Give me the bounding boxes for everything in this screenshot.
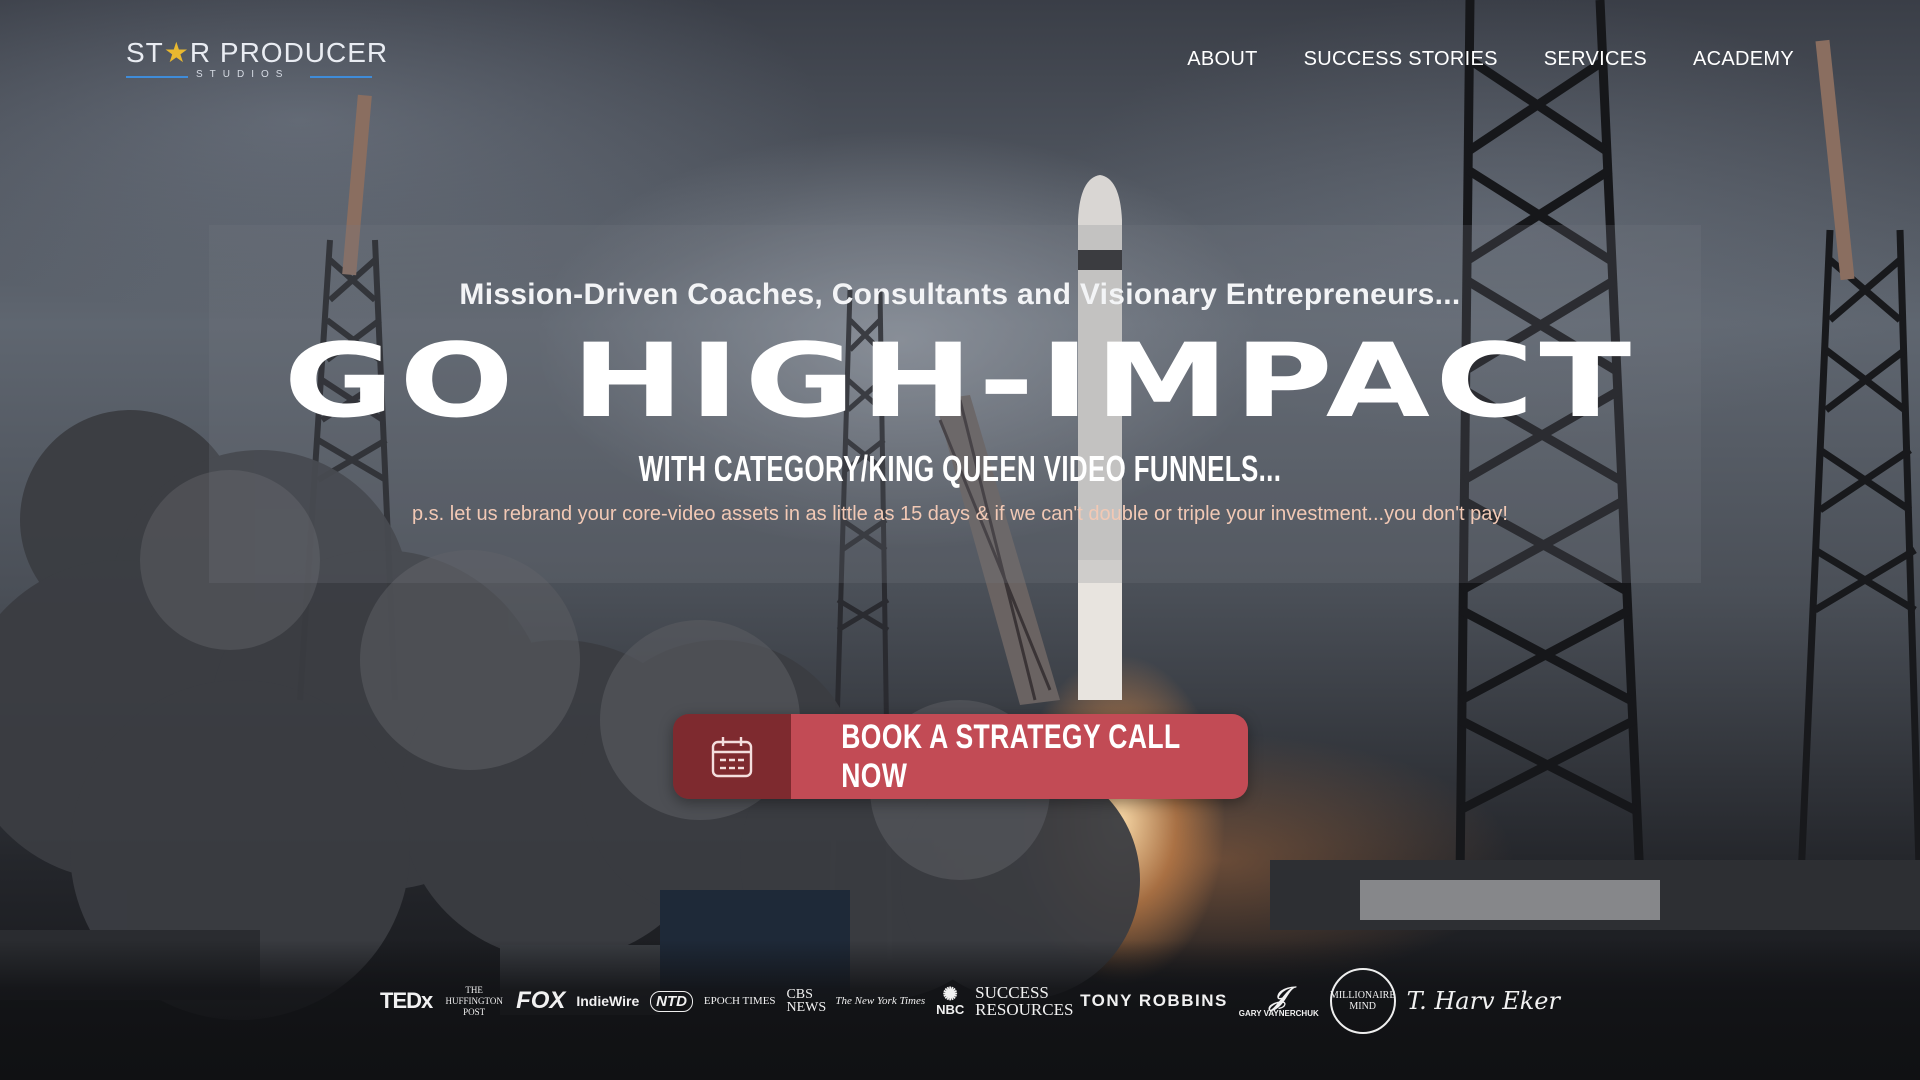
press-logo-cbs-news: CBS NEWS — [786, 987, 827, 1015]
calendar-icon — [673, 714, 791, 799]
nav-success-stories[interactable]: SUCCESS STORIES — [1304, 48, 1498, 71]
hero-title: GO HIGH-IMPACT — [283, 322, 1637, 441]
press-logo-millionaire-mind: MILLIONAIRE MIND — [1329, 968, 1396, 1034]
press-logo-huffington-post: THE HUFFINGTON POST — [445, 984, 503, 1017]
press-logo-harv-eker-signature: T. Harv Eker — [1406, 987, 1560, 1015]
logo-divider-left — [126, 76, 188, 78]
star-producer-logo[interactable]: ST★R PRODUCER STUDIOS — [126, 36, 387, 84]
press-logo-nbc: ✺ NBC — [936, 983, 965, 1017]
cta-label: BOOK A STRATEGY CALL NOW — [791, 714, 1248, 799]
press-logo-success-resources: SUCCESS RESOURCES — [975, 983, 1074, 1019]
star-icon: ★ — [163, 37, 190, 68]
press-logo-ntd: NTD — [650, 990, 693, 1012]
signature-icon: 𝒥 — [1269, 981, 1288, 1012]
logo-divider-right — [310, 76, 372, 78]
press-logo-epoch-times: EPOCH TIMES — [703, 995, 776, 1007]
press-logo-indiewire: IndieWire — [576, 993, 640, 1009]
press-logo-fox: FOX — [516, 987, 566, 1014]
hero-ps-note: p.s. let us rebrand your core-video asse… — [412, 503, 1508, 525]
logo-subtext: STUDIOS — [196, 69, 290, 80]
main-nav: ABOUT SUCCESS STORIES SERVICES ACADEMY — [1187, 48, 1794, 71]
logo-wordmark: ST★R PRODUCER — [126, 37, 389, 68]
nav-academy[interactable]: ACADEMY — [1693, 48, 1794, 71]
site-header: ST★R PRODUCER STUDIOS ABOUT SUCCESS STOR… — [0, 0, 1920, 120]
nav-about[interactable]: ABOUT — [1187, 48, 1257, 71]
press-logo-new-york-times: The New York Times — [835, 995, 926, 1007]
nav-services[interactable]: SERVICES — [1544, 48, 1647, 71]
press-logo-tony-robbins: TONY ROBBINS — [1080, 991, 1228, 1010]
hero-subtitle: WITH CATEGORY/KING QUEEN VIDEO FUNNELS..… — [638, 448, 1282, 489]
press-logos-strip: TEDx THE HUFFINGTON POST FOX IndieWire N… — [380, 968, 1560, 1034]
press-logo-gary-vaynerchuk: 𝒥 GARY VAYNERCHUK — [1238, 981, 1319, 1018]
nbc-peacock-icon: ✺ — [942, 983, 958, 1004]
press-logo-tedx: TEDx — [380, 988, 433, 1013]
book-strategy-call-button[interactable]: BOOK A STRATEGY CALL NOW — [673, 714, 1248, 799]
hero-eyebrow: Mission-Driven Coaches, Consultants and … — [459, 278, 1461, 311]
